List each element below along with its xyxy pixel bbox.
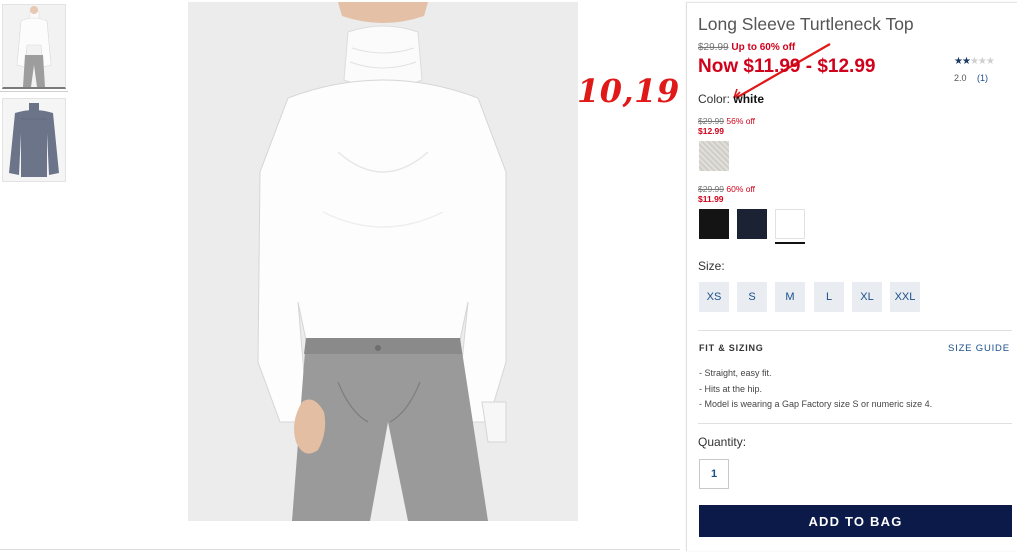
rating-summary: 2.0 (1) xyxy=(954,73,988,83)
list-item: - Model is wearing a Gap Factory size S … xyxy=(699,399,933,409)
selected-swatch-indicator xyxy=(775,242,805,244)
star-empty-icon: ★ xyxy=(969,56,979,67)
size-m-button[interactable]: M xyxy=(775,282,805,312)
annotation-label: 10,19 xyxy=(577,72,680,110)
size-xxl-button[interactable]: XXL xyxy=(890,282,920,312)
thumbnail-front-image xyxy=(3,5,65,87)
color-value: white xyxy=(733,92,765,106)
color-label: Color: xyxy=(698,92,731,106)
size-xs-button[interactable]: XS xyxy=(699,282,729,312)
thumbnail-divider xyxy=(0,91,68,92)
list-item: - Hits at the hip. xyxy=(699,383,763,394)
size-guide-link[interactable]: SIZE GUIDE xyxy=(948,343,1010,354)
swatch-navy[interactable] xyxy=(737,209,767,239)
original-price: $29.99 xyxy=(698,42,729,53)
star-icon: ★ xyxy=(961,56,971,67)
size-l-button[interactable]: L xyxy=(814,282,844,312)
original-price-row: $29.99 Up to 60% off xyxy=(698,42,795,53)
fit-details-list: - Straight, easy fit. - Hits at the hip.… xyxy=(699,366,932,413)
rating-value: 2.0 xyxy=(954,73,967,83)
group-price: $12.99 xyxy=(698,126,724,136)
product-info-panel xyxy=(686,2,1017,551)
quantity-input[interactable]: 1 xyxy=(699,459,729,489)
divider xyxy=(698,330,1012,331)
swatch-black[interactable] xyxy=(699,209,729,239)
page-bottom-border xyxy=(0,549,680,550)
model-photo xyxy=(188,2,578,521)
thumbnail-navy-image xyxy=(3,99,65,181)
thumbnail-front[interactable] xyxy=(2,4,66,89)
thumbnail-navy[interactable] xyxy=(2,98,66,182)
percent-off: 60% off xyxy=(726,184,756,194)
star-empty-icon: ★ xyxy=(977,56,987,67)
list-item: - Straight, easy fit. xyxy=(699,368,772,378)
thumbnail-strip xyxy=(0,0,70,552)
color-selection: Color: white xyxy=(698,92,764,106)
discount-text: Up to 60% off xyxy=(731,42,796,53)
fit-sizing-heading: FIT & SIZING xyxy=(699,343,764,353)
swatch-white[interactable] xyxy=(775,209,805,239)
quantity-label: Quantity: xyxy=(698,435,747,449)
star-empty-icon: ★ xyxy=(985,56,995,67)
percent-off: 56% off xyxy=(726,116,756,126)
size-xl-button[interactable]: XL xyxy=(852,282,882,312)
size-label: Size: xyxy=(698,259,725,273)
star-icon: ★ xyxy=(954,56,963,67)
price-group-heather: $29.99 56% off $12.99 xyxy=(698,116,755,136)
sale-price: Now $11.99 - $12.99 xyxy=(698,56,876,77)
rating-stars[interactable]: ★★★★★ xyxy=(954,56,995,67)
swatch-heather-grey[interactable] xyxy=(699,141,729,171)
product-title: Long Sleeve Turtleneck Top xyxy=(698,14,914,34)
rating-count-link[interactable]: (1) xyxy=(977,73,988,83)
was-price: $29.99 xyxy=(698,116,724,126)
group-price: $11.99 xyxy=(698,194,724,204)
size-s-button[interactable]: S xyxy=(737,282,767,312)
add-to-bag-button[interactable]: ADD TO BAG xyxy=(699,505,1012,537)
price-group-solid: $29.99 60% off $11.99 xyxy=(698,184,755,204)
main-product-image xyxy=(188,2,578,521)
was-price: $29.99 xyxy=(698,184,724,194)
divider xyxy=(698,423,1012,424)
